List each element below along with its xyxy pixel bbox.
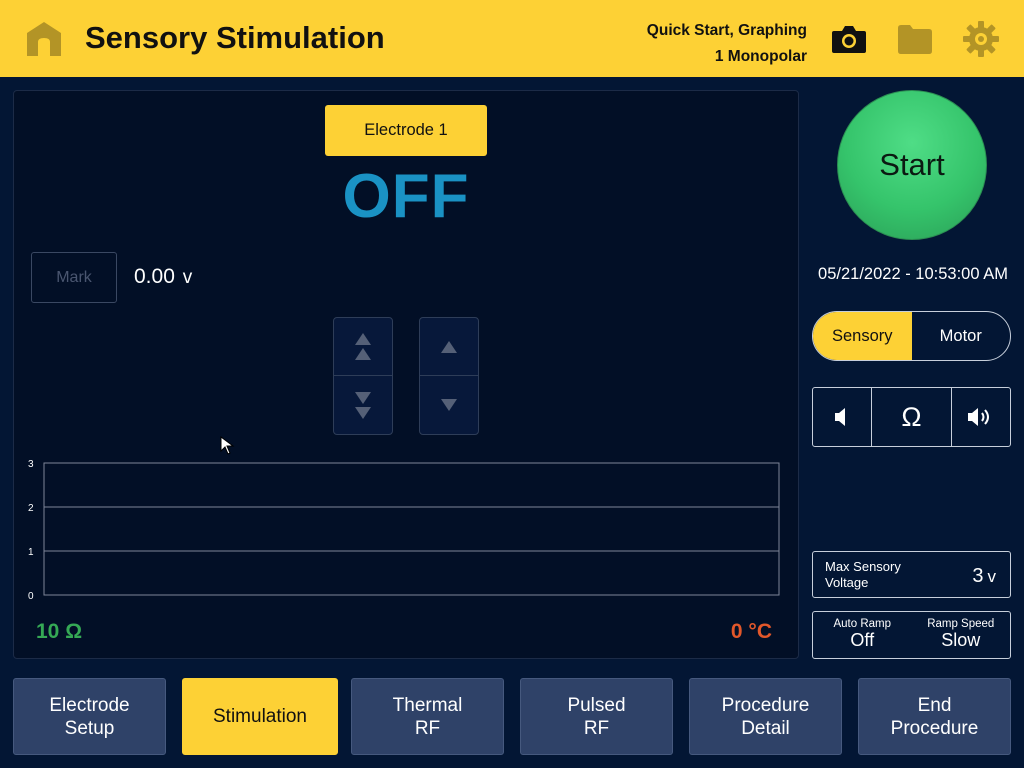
- auto-ramp-control[interactable]: Auto Ramp Off: [813, 612, 912, 658]
- page-title: Sensory Stimulation: [85, 20, 385, 55]
- camera-button[interactable]: [830, 20, 868, 58]
- nav-thermal-rf-button[interactable]: Thermal RF: [351, 678, 504, 755]
- gear-icon: [963, 21, 999, 57]
- temperature-readout: 0 °C: [730, 620, 772, 643]
- auto-ramp-value: Off: [850, 630, 875, 650]
- auto-ramp-label: Auto Ramp: [833, 618, 892, 630]
- ramp-speed-label: Ramp Speed: [927, 618, 995, 630]
- nav-label-line1: Procedure: [721, 694, 810, 716]
- chart-y-tick-label: 0: [28, 591, 34, 601]
- fast-increase-button[interactable]: [334, 318, 392, 376]
- nav-label-line1: Thermal: [392, 694, 463, 716]
- volume-up-button[interactable]: [952, 388, 1010, 446]
- fast-voltage-stepper: [333, 317, 393, 435]
- nav-label-line2: Procedure: [890, 717, 979, 739]
- nav-end-procedure-button[interactable]: End Procedure: [858, 678, 1011, 755]
- chart-y-tick-label: 2: [28, 503, 34, 514]
- chevron-up-icon: [441, 340, 457, 353]
- voltage-unit: v: [182, 267, 193, 288]
- fast-decrease-button[interactable]: [334, 376, 392, 434]
- fine-voltage-stepper: [419, 317, 479, 435]
- max-voltage-unit: v: [987, 567, 997, 586]
- home-icon: [27, 22, 61, 56]
- voltage-readout: 0.00 v: [134, 265, 192, 289]
- nav-electrode-setup-button[interactable]: Electrode Setup: [13, 678, 166, 755]
- voltage-value: 0.00: [134, 265, 175, 288]
- ramp-speed-control[interactable]: Ramp Speed Slow: [912, 612, 1011, 658]
- chart-y-tick-label: 3: [28, 459, 34, 470]
- audio-controls: Ω: [812, 387, 1011, 447]
- fine-decrease-button[interactable]: [420, 376, 478, 434]
- electrode-selector-button[interactable]: Electrode 1: [325, 105, 487, 156]
- chevron-down-icon: [441, 399, 457, 411]
- nav-label-line1: End: [917, 694, 952, 716]
- mode-option-sensory[interactable]: Sensory: [813, 312, 912, 360]
- mode-info: Quick Start, Graphing 1 Monopolar: [587, 18, 807, 70]
- nav-label-line1: Pulsed: [567, 694, 626, 716]
- chart-plot-area: [43, 462, 780, 596]
- max-voltage-value: 3v: [972, 565, 996, 588]
- nav-label-line1: Electrode: [49, 694, 130, 716]
- nav-label-line2: Detail: [741, 717, 790, 739]
- mode-option-motor[interactable]: Motor: [912, 312, 1011, 360]
- nav-label-line2: RF: [583, 717, 610, 739]
- stimulation-mode-toggle: Sensory Motor: [812, 311, 1011, 361]
- mouse-cursor-icon: [220, 436, 235, 455]
- fine-increase-button[interactable]: [420, 318, 478, 376]
- home-button[interactable]: [25, 20, 63, 58]
- nav-procedure-detail-button[interactable]: Procedure Detail: [689, 678, 842, 755]
- nav-label-line1: Stimulation: [213, 706, 307, 727]
- mode-line-2: 1 Monopolar: [714, 48, 807, 65]
- nav-label-line2: RF: [414, 717, 441, 739]
- max-voltage-number: 3: [972, 565, 984, 587]
- chart-y-tick-label: 1: [28, 547, 34, 558]
- double-chevron-up-icon: [355, 332, 371, 360]
- mode-line-1: Quick Start, Graphing: [646, 22, 807, 39]
- nav-stimulation-button[interactable]: Stimulation: [182, 678, 338, 755]
- omega-symbol: Ω: [901, 401, 922, 432]
- nav-label-line2: Setup: [64, 717, 115, 739]
- double-chevron-down-icon: [355, 392, 371, 419]
- speaker-high-icon: [968, 408, 989, 426]
- voltage-chart: 0 1 2 3: [28, 459, 780, 601]
- output-state: OFF: [342, 162, 470, 231]
- camera-icon: [832, 26, 866, 53]
- ramp-speed-value: Slow: [941, 630, 981, 650]
- nav-pulsed-rf-button[interactable]: Pulsed RF: [520, 678, 673, 755]
- settings-button[interactable]: [962, 20, 1000, 58]
- top-bar: Sensory Stimulation Quick Start, Graphin…: [0, 0, 1024, 77]
- date-time: 05/21/2022 - 10:53:00 AM: [818, 265, 1008, 283]
- max-sensory-voltage-control[interactable]: Max Sensory Voltage 3v: [812, 551, 1011, 598]
- folder-button[interactable]: [896, 20, 934, 58]
- impedance-readout: 10 Ω: [36, 620, 83, 643]
- impedance-button[interactable]: Ω: [872, 388, 952, 446]
- speaker-low-icon: [835, 408, 845, 426]
- volume-down-button[interactable]: [813, 388, 872, 446]
- mark-button[interactable]: Mark: [31, 252, 117, 303]
- stimulation-panel: Electrode 1 OFF Mark 0.00 v 0 1 2 3 10 Ω…: [13, 90, 799, 659]
- max-voltage-label: Max Sensory Voltage: [825, 559, 901, 590]
- start-button[interactable]: Start: [837, 90, 987, 240]
- folder-icon: [898, 25, 932, 54]
- ramp-settings: Auto Ramp Off Ramp Speed Slow: [812, 611, 1011, 659]
